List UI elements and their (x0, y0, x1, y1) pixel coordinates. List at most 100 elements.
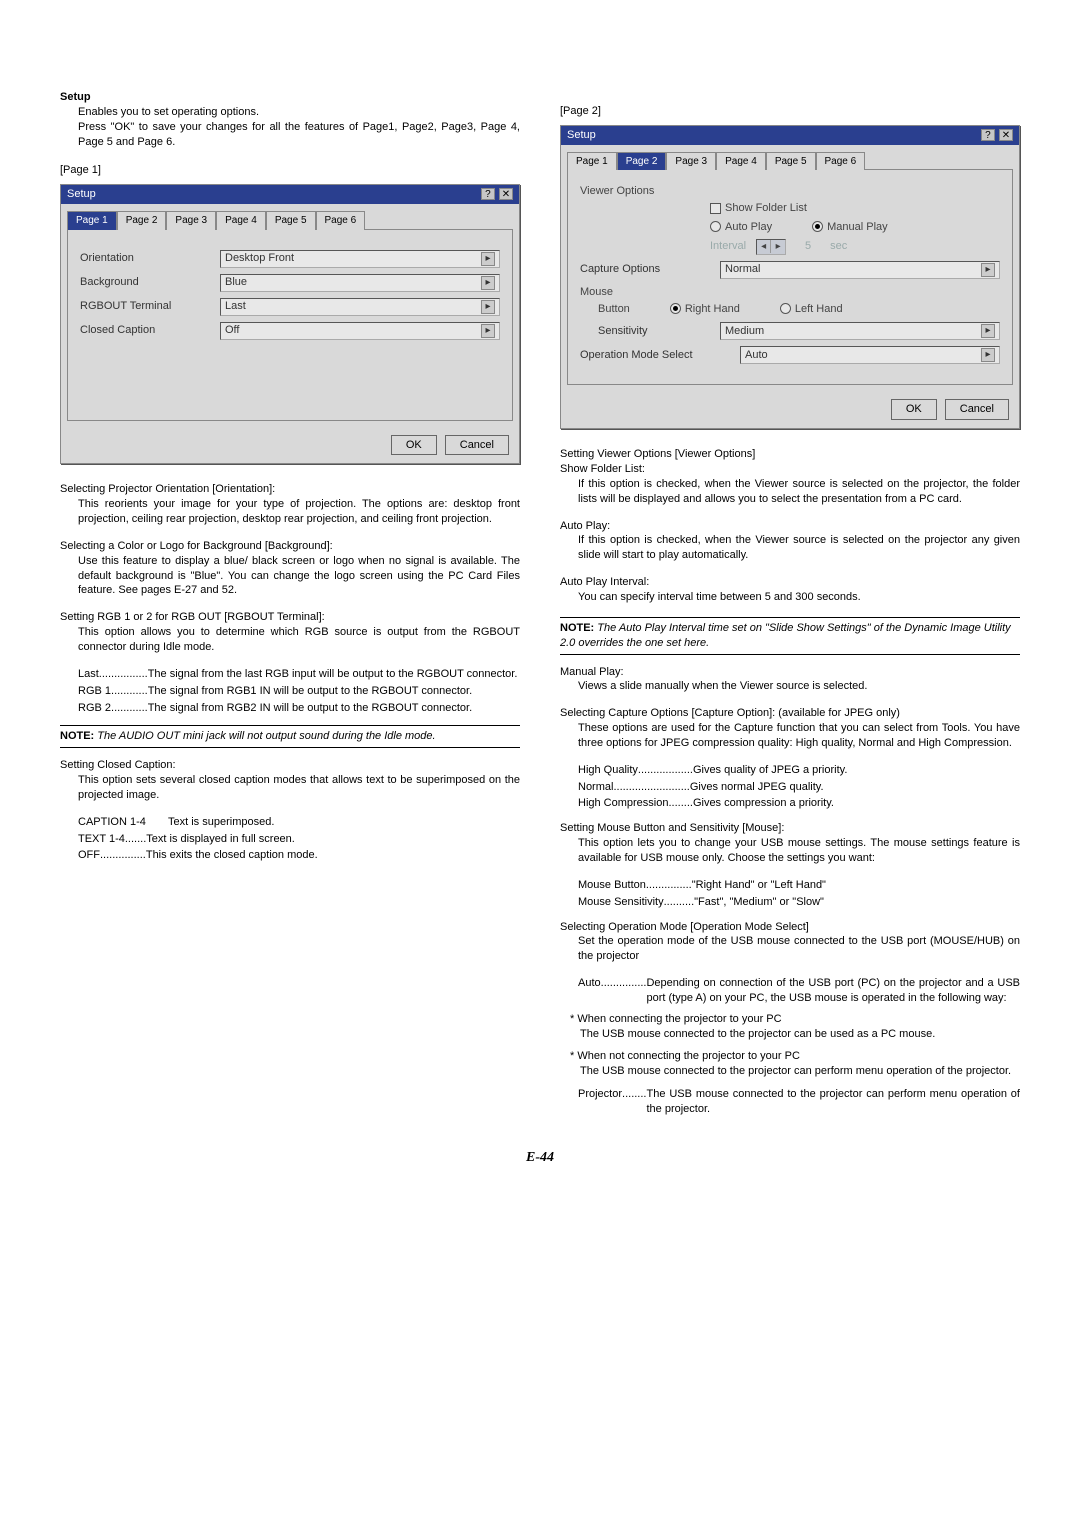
cc-text: This option sets several closed caption … (60, 773, 520, 803)
mouse-heading: Mouse (580, 285, 1000, 300)
setup-dialog-page2: Setup ? ✕ Page 1 Page 2 Page 3 Page 4 Pa… (560, 125, 1020, 429)
righthand-label: Right Hand (685, 303, 740, 315)
rgbout-text: This option allows you to determine whic… (60, 625, 520, 655)
manualplay-label: Manual Play (827, 221, 888, 233)
ms-def: "Fast", "Medium" or "Slow" (694, 895, 1020, 910)
orientation-heading: Selecting Projector Orientation [Orienta… (60, 482, 520, 497)
cc-heading: Setting Closed Caption: (60, 758, 520, 773)
bullet1-heading: * When connecting the projector to your … (570, 1012, 1020, 1027)
sensitivity-select[interactable]: Medium▸ (720, 322, 1000, 340)
setup-line2: Press "OK" to save your changes for all … (60, 120, 520, 150)
hq-def: Gives quality of JPEG a priority. (693, 763, 1020, 778)
chevron-right-icon: ▸ (481, 276, 495, 290)
cancel-button[interactable]: Cancel (945, 399, 1009, 420)
auto-def: Depending on connection of the USB port … (646, 976, 1020, 1006)
show-folder-label: Show Folder List (725, 202, 807, 214)
rgb-last-def: The signal from the last RGB input will … (148, 667, 520, 682)
setup-line1: Enables you to set operating options. (60, 105, 520, 120)
cc-caption-def: Text is superimposed. (168, 815, 520, 830)
right-column: [Page 2] Setup ? ✕ Page 1 Page 2 Page 3 … (560, 90, 1020, 1119)
bullet2-text: The USB mouse connected to the projector… (570, 1064, 1020, 1079)
righthand-radio[interactable] (670, 303, 681, 314)
ok-button[interactable]: OK (391, 435, 437, 456)
opmode-text: Set the operation mode of the USB mouse … (560, 934, 1020, 964)
rgb2-def: The signal from RGB2 IN will be output t… (148, 701, 520, 716)
lefthand-radio[interactable] (780, 303, 791, 314)
cc-text-def: Text is displayed in full screen. (146, 832, 520, 847)
hq-term: High Quality (578, 763, 638, 778)
rgb1-term: RGB 1 (78, 684, 111, 699)
help-icon[interactable]: ? (481, 188, 495, 200)
autoplay-text: If this option is checked, when the View… (560, 533, 1020, 563)
dialog1-title: Setup (67, 187, 96, 202)
background-select[interactable]: Blue▸ (220, 274, 500, 292)
sensitivity-label: Sensitivity (598, 324, 720, 339)
close-icon[interactable]: ✕ (999, 129, 1013, 141)
cancel-button[interactable]: Cancel (445, 435, 509, 456)
capture-options-select[interactable]: Normal▸ (720, 261, 1000, 279)
interval-unit: sec (830, 239, 847, 254)
capture-text: These options are used for the Capture f… (560, 721, 1020, 751)
opmode-select[interactable]: Auto▸ (740, 346, 1000, 364)
orientation-text: This reorients your image for your type … (60, 497, 520, 527)
rgbout-select[interactable]: Last▸ (220, 298, 500, 316)
autoplay-radio[interactable] (710, 221, 721, 232)
chevron-right-icon: ▸ (481, 300, 495, 314)
tab-page5[interactable]: Page 5 (266, 211, 316, 230)
tab-page1[interactable]: Page 1 (567, 152, 617, 171)
closedcaption-select[interactable]: Off▸ (220, 322, 500, 340)
show-folder-heading: Show Folder List: (560, 462, 1020, 477)
tab-page4[interactable]: Page 4 (216, 211, 266, 230)
tab-page1[interactable]: Page 1 (67, 211, 117, 230)
chevron-right-icon: ▸ (981, 324, 995, 338)
mouse-section-text: This option lets you to change your USB … (560, 836, 1020, 866)
dialog1-body: Orientation Desktop Front▸ Background Bl… (67, 229, 513, 421)
interval-label: Interval (710, 239, 746, 254)
orientation-label: Orientation (80, 251, 220, 266)
capture-heading: Selecting Capture Options [Capture Optio… (560, 706, 1020, 721)
orientation-select[interactable]: Desktop Front▸ (220, 250, 500, 268)
tab-page6[interactable]: Page 6 (816, 152, 866, 171)
close-icon[interactable]: ✕ (499, 188, 513, 200)
normal-def: Gives normal JPEG quality. (690, 780, 1020, 795)
manualplay-radio[interactable] (812, 221, 823, 232)
cc-text-term: TEXT 1-4 (78, 832, 125, 847)
page-number: E-44 (60, 1149, 1020, 1168)
cc-off-def: This exits the closed caption mode. (146, 848, 520, 863)
show-folder-text: If this option is checked, when the View… (560, 477, 1020, 507)
rgbout-heading: Setting RGB 1 or 2 for RGB OUT [RGBOUT T… (60, 610, 520, 625)
auto-term: Auto (578, 976, 601, 1006)
chevron-right-icon: ▸ (981, 263, 995, 277)
chevron-right-icon: ▸ (981, 348, 995, 362)
bullet1-text: The USB mouse connected to the projector… (570, 1027, 1020, 1042)
tab-page3[interactable]: Page 3 (166, 211, 216, 230)
dialog2-title: Setup (567, 128, 596, 143)
hc-term: High Compression (578, 796, 668, 811)
opmode-heading: Selecting Operation Mode [Operation Mode… (560, 920, 1020, 935)
dialog2-titlebar: Setup ? ✕ (561, 126, 1019, 145)
left-column: Setup Enables you to set operating optio… (60, 90, 520, 1119)
cc-off-term: OFF (78, 848, 100, 863)
tab-page2[interactable]: Page 2 (617, 152, 667, 171)
show-folder-checkbox[interactable] (710, 203, 721, 214)
ok-button[interactable]: OK (891, 399, 937, 420)
tab-page5[interactable]: Page 5 (766, 152, 816, 171)
interval-spinner[interactable]: ◂▸ (756, 239, 786, 255)
setup-dialog-page1: Setup ? ✕ Page 1 Page 2 Page 3 Page 4 Pa… (60, 184, 520, 464)
interval-value: 5 (796, 239, 820, 254)
tab-page4[interactable]: Page 4 (716, 152, 766, 171)
capture-options-label: Capture Options (580, 262, 720, 277)
opmode-label: Operation Mode Select (580, 348, 740, 363)
autoplay-interval-text: You can specify interval time between 5 … (560, 590, 1020, 605)
rgb2-term: RGB 2 (78, 701, 111, 716)
lefthand-label: Left Hand (795, 303, 843, 315)
mb-term: Mouse Button (578, 878, 646, 893)
tab-page6[interactable]: Page 6 (316, 211, 366, 230)
help-icon[interactable]: ? (981, 129, 995, 141)
projector-term: Projector (578, 1087, 622, 1117)
tab-page2[interactable]: Page 2 (117, 211, 167, 230)
ms-term: Mouse Sensitivity (578, 895, 664, 910)
setup-heading: Setup (60, 90, 520, 105)
projector-def: The USB mouse connected to the projector… (646, 1087, 1020, 1117)
tab-page3[interactable]: Page 3 (666, 152, 716, 171)
